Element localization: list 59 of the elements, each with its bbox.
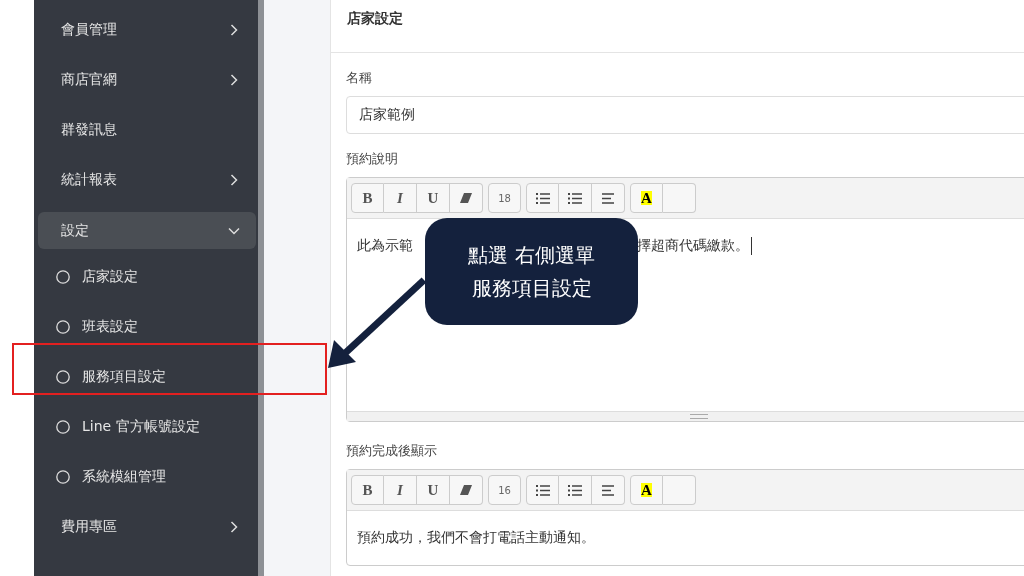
circle-icon bbox=[56, 320, 70, 334]
circle-icon bbox=[56, 470, 70, 484]
highlight-button[interactable]: A bbox=[630, 183, 663, 213]
font-size-button[interactable]: 16 bbox=[488, 475, 521, 505]
menu-item[interactable]: 設定 bbox=[38, 212, 256, 249]
card-title: 店家設定 bbox=[347, 10, 403, 26]
underline-button[interactable]: U bbox=[417, 183, 450, 213]
resize-handle[interactable] bbox=[347, 411, 1024, 421]
field-label: 預約完成後顯示 bbox=[346, 442, 438, 460]
align-icon bbox=[601, 484, 615, 496]
menu-item[interactable]: 統計報表 bbox=[38, 155, 256, 205]
submenu-item[interactable]: 店家設定 bbox=[34, 252, 258, 302]
eraser-button[interactable] bbox=[450, 475, 483, 505]
editor-text: 此為示範 bbox=[357, 237, 413, 255]
field-label: 預約說明 bbox=[346, 150, 399, 168]
bold-button[interactable]: B bbox=[351, 183, 384, 213]
eraser-icon bbox=[460, 193, 472, 203]
bold-button[interactable]: B bbox=[351, 475, 384, 505]
chevron-right-icon bbox=[228, 521, 240, 533]
chevron-right-icon bbox=[228, 174, 240, 186]
scrollbar[interactable] bbox=[258, 0, 264, 576]
eraser-button[interactable] bbox=[450, 183, 483, 213]
rich-text-editor[interactable]: B I U 16 A 預約成功，我們不會打電話主動通知。 bbox=[346, 469, 1024, 566]
chevron-right-icon bbox=[228, 74, 240, 86]
menu-item[interactable]: 費用專區 bbox=[38, 502, 256, 552]
numbered-list-button[interactable] bbox=[559, 183, 592, 213]
list-icon bbox=[568, 192, 582, 204]
align-icon bbox=[601, 192, 615, 204]
callout-text: 服務項目設定 bbox=[471, 274, 592, 302]
bullet-list-button[interactable] bbox=[526, 183, 559, 213]
submenu-item[interactable]: 班表設定 bbox=[34, 302, 258, 352]
list-icon bbox=[535, 192, 550, 204]
italic-button[interactable]: I bbox=[384, 183, 417, 213]
eraser-icon bbox=[460, 485, 472, 495]
italic-button[interactable]: I bbox=[384, 475, 417, 505]
menu-item[interactable]: 商店官網 bbox=[38, 55, 256, 105]
highlight-button[interactable]: A bbox=[630, 475, 663, 505]
circle-icon bbox=[56, 420, 70, 434]
font-size-button[interactable]: 18 bbox=[488, 183, 521, 213]
underline-button[interactable]: U bbox=[417, 475, 450, 505]
editor-text: 擇超商代碼繳款。 bbox=[637, 237, 749, 255]
editor-text: 預約成功，我們不會打電話主動通知。 bbox=[357, 529, 595, 547]
numbered-list-button[interactable] bbox=[559, 475, 592, 505]
submenu-item[interactable]: 系統模組管理 bbox=[34, 452, 258, 502]
callout-text: 點選 右側選單 bbox=[468, 241, 595, 269]
list-icon bbox=[568, 484, 582, 496]
name-field[interactable]: 店家範例 bbox=[346, 96, 1024, 134]
submenu-item[interactable]: Line 官方帳號設定 bbox=[34, 402, 258, 452]
menu-item[interactable]: 群發訊息 bbox=[38, 105, 256, 155]
menu-item[interactable]: 會員管理 bbox=[38, 5, 256, 55]
list-icon bbox=[535, 484, 550, 496]
field-label: 名稱 bbox=[346, 69, 373, 87]
bullet-list-button[interactable] bbox=[526, 475, 559, 505]
align-button[interactable] bbox=[592, 475, 625, 505]
submenu-item[interactable]: 服務項目設定 bbox=[34, 352, 258, 402]
circle-icon bbox=[56, 270, 70, 284]
align-button[interactable] bbox=[592, 183, 625, 213]
circle-icon bbox=[56, 370, 70, 384]
chevron-right-icon bbox=[228, 24, 240, 36]
